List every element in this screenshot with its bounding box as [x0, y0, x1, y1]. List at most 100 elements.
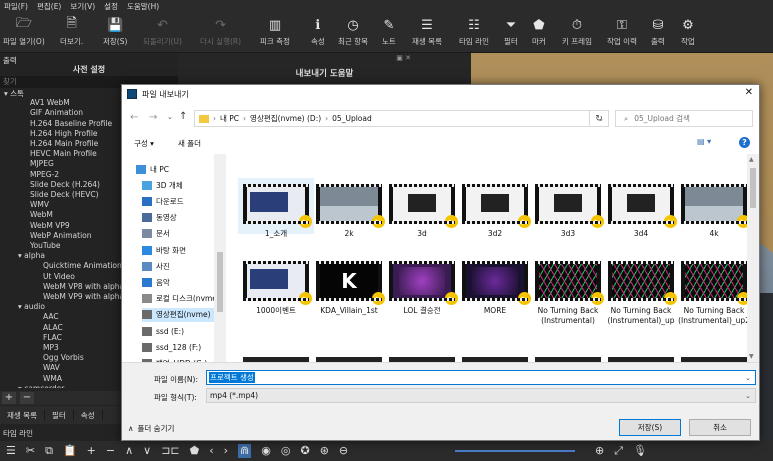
ripple-icon[interactable]: ◎	[281, 444, 291, 458]
toolbar-button-15[interactable]: ⛁ 출력	[651, 16, 665, 50]
breadcrumb-item[interactable]: 내 PC	[220, 113, 239, 124]
organize-button[interactable]: 구성 ▾	[134, 138, 154, 149]
toolbar-button-16[interactable]: ⚙ 작업	[681, 16, 695, 50]
nav-item[interactable]: 로컬 디스크(nvme)	[142, 292, 220, 306]
toolbar-button-11[interactable]: ⏷ 필터	[504, 16, 518, 50]
toolbar-button-7[interactable]: ◷ 최근 항목	[338, 16, 368, 50]
nav-item[interactable]: ssd (E:)	[142, 324, 184, 338]
refresh-icon[interactable]: ↻	[589, 110, 609, 127]
float-icon[interactable]: ▣ ✕	[396, 54, 411, 62]
back-icon[interactable]: ←	[130, 112, 138, 123]
file-grid-scrollbar[interactable]: ▲ ▼	[747, 154, 759, 362]
snap-icon[interactable]: ⋒	[238, 444, 252, 458]
dock-tab[interactable]: 필터	[45, 409, 74, 421]
toolbar-button-9[interactable]: ☰ 재생 목록	[412, 16, 442, 50]
drive-icon	[142, 310, 152, 320]
folder-search-input[interactable]: ⌕ 05_Upload 검색	[615, 110, 753, 127]
toolbar-button-1[interactable]: 🗎 더보기.	[60, 16, 83, 50]
breadcrumb-item[interactable]: 05_Upload	[332, 114, 372, 123]
nav-item[interactable]: 바탕 화면	[142, 243, 186, 257]
nav-scrollbar[interactable]	[214, 154, 226, 362]
nav-item[interactable]: 음악	[142, 275, 170, 289]
overwrite-icon[interactable]: ∨	[143, 444, 151, 458]
copy-icon[interactable]: ⧉	[45, 444, 53, 458]
forward-icon[interactable]: →	[149, 112, 157, 123]
zoom-fit-icon[interactable]: ⤢	[614, 444, 623, 458]
timeline-label: 타임 라인	[3, 429, 33, 438]
view-options-icon[interactable]: ▤ ▾	[697, 137, 711, 146]
menu-item[interactable]: 보기(V)	[70, 1, 95, 12]
remove-icon[interactable]: −	[106, 444, 115, 458]
marker-icon[interactable]: ⬟	[190, 444, 200, 458]
append-icon[interactable]: +	[87, 444, 96, 458]
nav-item[interactable]: 사진	[142, 259, 170, 273]
ripple-markers-icon[interactable]: ⊛	[320, 444, 329, 458]
help-icon[interactable]: ?	[739, 137, 750, 148]
breadcrumb-item[interactable]: 영상편집(nvme) (D:)	[250, 113, 321, 124]
jobs-icon: ⚙	[682, 17, 694, 33]
nav-item[interactable]: 내 PC	[136, 162, 169, 176]
record-audio-icon[interactable]: 🎙	[633, 444, 647, 458]
recent-chevron-icon[interactable]: ⌄	[167, 113, 173, 121]
nav-item[interactable]: 문서	[142, 227, 170, 241]
prev-marker-icon[interactable]: ‹	[209, 444, 213, 458]
filename-input[interactable]: 프로젝트 생성 ⌄	[206, 370, 756, 385]
file-thumbnail: ▶	[681, 184, 747, 228]
toolbar-button-8[interactable]: ✎ 노트	[382, 16, 396, 50]
dock-tab[interactable]: 속성	[74, 409, 103, 421]
up-icon[interactable]: ↑	[179, 111, 187, 122]
nav-item[interactable]: 3D 개체	[142, 178, 183, 192]
paste-icon[interactable]: 📋	[63, 444, 77, 458]
nav-item-label: 문서	[156, 229, 170, 239]
menu-item[interactable]: 편집(E)	[37, 1, 61, 12]
cut-icon[interactable]: ✂	[26, 444, 35, 458]
hide-folders-toggle[interactable]: ∧ 폴더 숨기기	[128, 423, 174, 434]
filetype-dropdown-icon[interactable]: ⌄	[745, 392, 751, 400]
nav-item[interactable]: ssd_128 (F:)	[142, 340, 201, 354]
ripple-all-icon[interactable]: ✪	[300, 444, 309, 458]
toolbar-button-0[interactable]: 🗁 파일 열기(O)	[3, 16, 45, 50]
address-bar[interactable]: › 내 PC › 영상편집(nvme) (D:) › 05_Upload ⌄	[194, 110, 609, 127]
chevron-up-icon: ∧	[128, 424, 134, 433]
help-title: 내보내기 도움말	[295, 69, 354, 79]
nav-item[interactable]: 동영상	[142, 211, 177, 225]
next-marker-icon[interactable]: ›	[224, 444, 228, 458]
close-icon[interactable]: ✕	[745, 87, 753, 98]
split-icon[interactable]: ⊐⊏	[161, 444, 179, 458]
doc-preview	[481, 194, 509, 212]
toolbar-button-5[interactable]: ▥ 피크 측정	[260, 16, 290, 50]
filename-dropdown-icon[interactable]: ⌄	[745, 374, 751, 382]
toolbar-button-13[interactable]: ⏱ 키 프레임	[562, 16, 592, 50]
toolbar-button-10[interactable]: ☷ 타임 라인	[459, 16, 489, 50]
menu-item[interactable]: 설정	[104, 1, 118, 12]
nav-item[interactable]: 다운로드	[142, 194, 184, 208]
scrub-icon[interactable]: ◉	[261, 444, 271, 458]
save-button[interactable]: 저장(S)	[619, 419, 681, 436]
filetype-select[interactable]: mp4 (*.mp4) ⌄	[206, 388, 756, 403]
toolbar-button-12[interactable]: ⬟ 마커	[532, 16, 546, 50]
toolbar-button-4[interactable]: ↷ 다시 실행(R)	[200, 16, 241, 50]
remove-preset-button[interactable]: −	[20, 392, 34, 404]
file-thumbnail: ▶	[535, 184, 604, 228]
tab-presets[interactable]: 사전 설정	[0, 64, 178, 76]
menu-item[interactable]: 파일(F)	[4, 1, 28, 12]
toolbar-label: 출력	[651, 37, 665, 46]
dock-tab[interactable]: 재생 목록	[0, 409, 45, 421]
menu-item[interactable]: 도움말(H)	[127, 1, 159, 12]
nav-item-label: 3D 개체	[156, 180, 183, 190]
toolbar-label: 작업 이력	[607, 37, 637, 46]
add-preset-button[interactable]: +	[2, 392, 16, 404]
toolbar-button-14[interactable]: ⚿ 작업 이력	[607, 16, 637, 50]
file-thumbnail: ▶	[608, 261, 677, 305]
new-folder-button[interactable]: 새 폴더	[178, 138, 201, 149]
menu-icon[interactable]: ☰	[6, 444, 16, 458]
lift-icon[interactable]: ∧	[125, 444, 133, 458]
toolbar-button-2[interactable]: 💾 저장(S)	[103, 16, 127, 50]
zoom-in-icon[interactable]: ⊕	[595, 444, 604, 458]
toolbar-button-3[interactable]: ↶ 되돌리기(U)	[143, 16, 182, 50]
toolbar-button-6[interactable]: ℹ 속성	[311, 16, 325, 50]
zoom-slider[interactable]	[455, 450, 575, 452]
zoom-out-icon[interactable]: ⊖	[339, 444, 348, 458]
cancel-button[interactable]: 취소	[689, 419, 751, 436]
sky-preview	[685, 206, 743, 221]
